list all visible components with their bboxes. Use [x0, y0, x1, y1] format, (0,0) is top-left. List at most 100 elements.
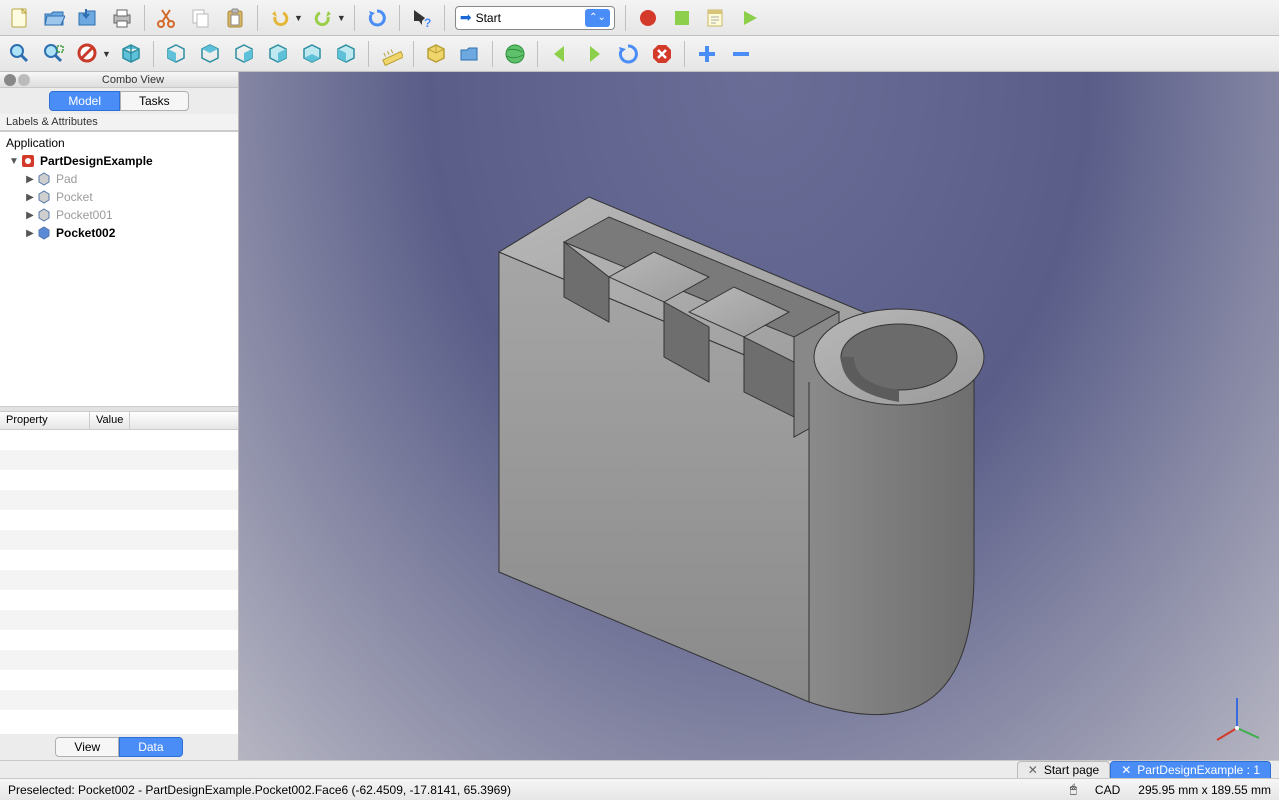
nav-mode[interactable]: CAD: [1095, 783, 1120, 797]
model-tree[interactable]: Application ▼ PartDesignExample ▶Pad▶Poc…: [0, 131, 238, 406]
tab-model[interactable]: Model: [49, 91, 120, 111]
toolbar-separator: [354, 5, 355, 31]
undo-button[interactable]: [264, 2, 296, 34]
dock-float-icon[interactable]: [18, 74, 30, 86]
view-bottom-button[interactable]: [296, 38, 328, 70]
axis-orientation-widget[interactable]: [1207, 688, 1267, 748]
undo-dropdown[interactable]: ▼: [294, 13, 303, 23]
tab-data[interactable]: Data: [119, 737, 182, 757]
main-toolbar: ▼ ▼ ? ➡ Start ⌃⌄: [0, 0, 1279, 36]
refresh-button[interactable]: [361, 2, 393, 34]
property-table[interactable]: Property Value: [0, 412, 238, 734]
feature-icon: [36, 189, 52, 205]
view-left-button[interactable]: [330, 38, 362, 70]
run-macro-button[interactable]: [734, 2, 766, 34]
toolbar-separator: [153, 41, 154, 67]
view-top-button[interactable]: [194, 38, 226, 70]
combo-tabs: Model Tasks: [0, 88, 238, 114]
toolbar-separator: [444, 5, 445, 31]
caret-icon[interactable]: ▶: [24, 192, 36, 203]
web-button[interactable]: [499, 38, 531, 70]
nav-stop-button[interactable]: [646, 38, 678, 70]
tree-item[interactable]: ▶Pocket: [2, 188, 236, 206]
tab-view[interactable]: View: [55, 737, 119, 757]
cut-button[interactable]: [151, 2, 183, 34]
caret-icon[interactable]: ▶: [24, 174, 36, 185]
tree-document[interactable]: ▼ PartDesignExample: [2, 152, 236, 170]
whatsthis-button[interactable]: ?: [406, 2, 438, 34]
value-col-header: Value: [90, 412, 130, 429]
property-col-header: Property: [0, 412, 90, 429]
document-tab-bar: ✕ Start page ✕ PartDesignExample : 1: [0, 760, 1279, 778]
toolbar-separator: [399, 5, 400, 31]
feature-icon: [36, 171, 52, 187]
tree-root[interactable]: Application: [2, 134, 236, 152]
stop-macro-button[interactable]: [666, 2, 698, 34]
dropdown-toggle-icon: ⌃⌄: [585, 9, 610, 27]
measure-button[interactable]: [375, 38, 407, 70]
nav-forward-button[interactable]: [578, 38, 610, 70]
redo-dropdown[interactable]: ▼: [337, 13, 346, 23]
edit-macro-button[interactable]: [700, 2, 732, 34]
workbench-selected: Start: [476, 11, 501, 25]
model-rendering: [239, 72, 1279, 760]
view-toolbar: ▼: [0, 36, 1279, 72]
property-header: Property Value: [0, 412, 238, 430]
start-arrow-icon: ➡: [460, 9, 472, 26]
new-file-button[interactable]: [4, 2, 36, 34]
nav-back-button[interactable]: [544, 38, 576, 70]
status-preselected: Preselected: Pocket002 - PartDesignExamp…: [8, 783, 511, 797]
property-rows: [0, 430, 238, 730]
toolbar-separator: [684, 41, 685, 67]
feature-icon: [36, 207, 52, 223]
caret-icon[interactable]: ▶: [24, 228, 36, 239]
caret-icon[interactable]: ▼: [8, 156, 20, 167]
caret-icon[interactable]: ▶: [24, 210, 36, 221]
viewport-dimensions: 295.95 mm x 189.55 mm: [1138, 783, 1271, 797]
dock-close-icon[interactable]: [4, 74, 16, 86]
tree-item[interactable]: ▶Pad: [2, 170, 236, 188]
open-file-button[interactable]: [38, 2, 70, 34]
svg-text:?: ?: [424, 16, 431, 29]
doc-tab-partdesign[interactable]: ✕ PartDesignExample : 1: [1110, 761, 1271, 778]
axonometric-button[interactable]: [115, 38, 147, 70]
view-rear-button[interactable]: [262, 38, 294, 70]
close-tab-icon[interactable]: ✕: [1028, 763, 1038, 777]
paste-button[interactable]: [219, 2, 251, 34]
toolbar-separator: [144, 5, 145, 31]
tree-item[interactable]: ▶Pocket002: [2, 224, 236, 242]
combo-view-panel: Combo View Model Tasks Labels & Attribut…: [0, 72, 239, 760]
draw-style-button[interactable]: [72, 38, 104, 70]
fit-all-button[interactable]: [4, 38, 36, 70]
combo-view-header: Combo View: [0, 72, 238, 88]
redo-button[interactable]: [307, 2, 339, 34]
doc-tab-start[interactable]: ✕ Start page: [1017, 761, 1110, 778]
record-macro-button[interactable]: [632, 2, 664, 34]
3d-viewport[interactable]: [239, 72, 1279, 760]
save-button[interactable]: [72, 2, 104, 34]
toolbar-separator: [257, 5, 258, 31]
view-front-button[interactable]: [160, 38, 192, 70]
toolbar-separator: [492, 41, 493, 67]
toolbar-separator: [625, 5, 626, 31]
group-button[interactable]: [454, 38, 486, 70]
fit-selection-button[interactable]: [38, 38, 70, 70]
print-button[interactable]: [106, 2, 138, 34]
zoom-in-button[interactable]: [691, 38, 723, 70]
toolbar-separator: [413, 41, 414, 67]
feature-icon: [36, 225, 52, 241]
status-bar: Preselected: Pocket002 - PartDesignExamp…: [0, 778, 1279, 800]
workbench-selector[interactable]: ➡ Start ⌃⌄: [455, 6, 615, 30]
part-button[interactable]: [420, 38, 452, 70]
tree-item[interactable]: ▶Pocket001: [2, 206, 236, 224]
draw-style-dropdown[interactable]: ▼: [102, 49, 111, 59]
copy-button[interactable]: [185, 2, 217, 34]
nav-refresh-button[interactable]: [612, 38, 644, 70]
tab-tasks[interactable]: Tasks: [120, 91, 189, 111]
view-right-button[interactable]: [228, 38, 260, 70]
mouse-mode-icon: 🖱: [1070, 782, 1077, 797]
property-tabs: View Data: [0, 734, 238, 760]
zoom-out-button[interactable]: [725, 38, 757, 70]
tree-header: Labels & Attributes: [0, 114, 238, 131]
close-tab-icon[interactable]: ✕: [1121, 763, 1131, 777]
